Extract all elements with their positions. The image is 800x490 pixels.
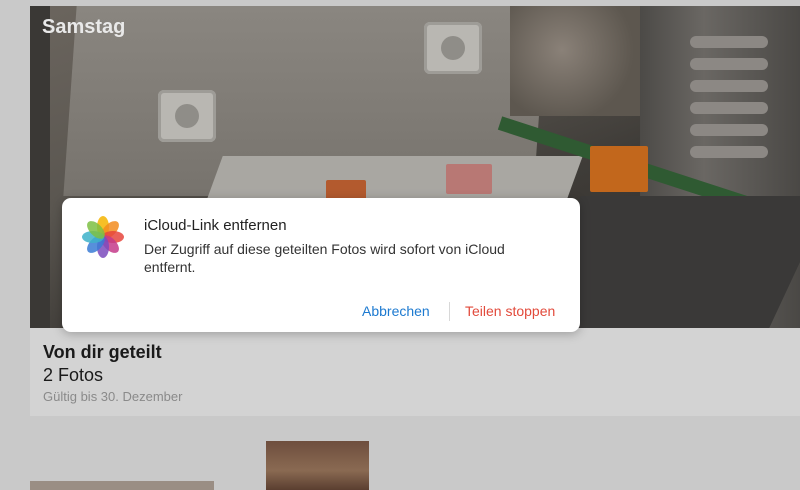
cancel-button[interactable]: Abbrechen	[362, 303, 430, 319]
photo-vent-slat	[690, 36, 768, 48]
photo-thumbnail[interactable]	[266, 441, 369, 490]
stop-sharing-button[interactable]: Teilen stoppen	[465, 303, 555, 319]
day-label: Samstag	[42, 16, 126, 38]
album-valid-until: Gültig bis 30. Dezember	[43, 389, 183, 404]
photo-thumbnail[interactable]	[30, 481, 214, 490]
dialog-title: iCloud-Link entfernen	[144, 217, 287, 234]
photo-cake	[590, 146, 648, 192]
photo-socket	[424, 22, 482, 74]
photo-vent-slat	[690, 58, 768, 70]
photo-cake	[446, 164, 492, 194]
photo-socket	[158, 90, 216, 142]
button-divider	[449, 302, 450, 321]
photo-vent-slat	[690, 80, 768, 92]
photo-vent-slat	[690, 124, 768, 136]
alert-dialog: iCloud-Link entfernen Der Zugriff auf di…	[62, 198, 580, 332]
photo-rock	[510, 6, 640, 116]
photos-app-icon	[80, 214, 126, 260]
album-photo-count: 2 Fotos	[43, 365, 104, 385]
dialog-message: Der Zugriff auf diese geteilten Fotos wi…	[144, 241, 505, 275]
album-title: Von dir geteilt	[43, 342, 162, 362]
photo-vent-slat	[690, 102, 768, 114]
photo-glass-edge	[30, 6, 50, 328]
photo-vent-slat	[690, 146, 768, 158]
